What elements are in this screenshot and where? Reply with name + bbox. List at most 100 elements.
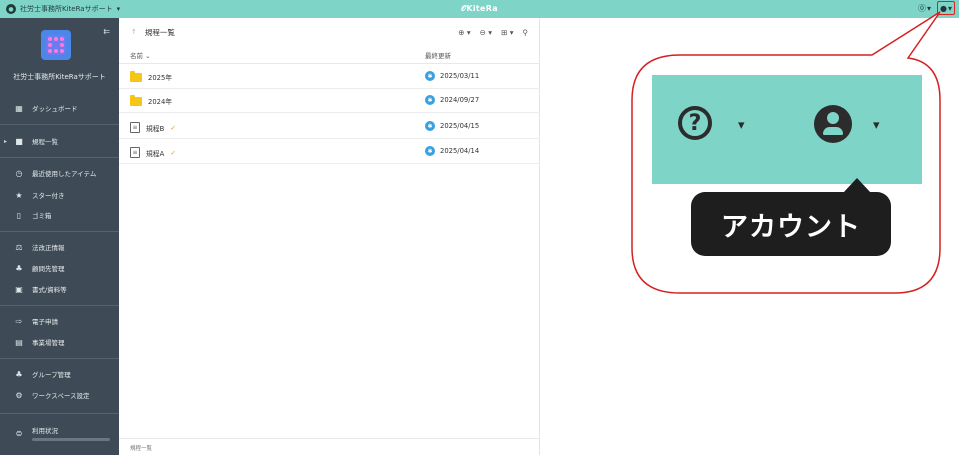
usage-progress-bar	[32, 438, 110, 441]
folder-icon: ■	[15, 136, 23, 146]
trash-icon: ▯	[16, 210, 22, 220]
sidebar-item-regulations[interactable]: ▸ ■ 規程一覧	[0, 131, 119, 151]
divider	[0, 358, 119, 359]
group-icon: ♣	[15, 369, 23, 379]
sidebar-item-workspace-settings[interactable]: ⚙ ワークスペース設定	[0, 385, 119, 405]
chevron-down-icon: ▾	[873, 118, 880, 133]
table-row[interactable]: 2024年 ✱ 2024/09/27	[119, 89, 540, 113]
app-logo: 𝒪KiteRa	[461, 4, 498, 13]
sidebar-item-label: 事業場管理	[32, 339, 65, 347]
user-avatar-icon: ✱	[425, 71, 435, 81]
sidebar-item-recent[interactable]: ◷ 最近使用したアイテム	[0, 163, 119, 183]
view-menu-button[interactable]: ⊞ ▾	[501, 28, 513, 37]
remove-menu-button[interactable]: ⊖ ▾	[480, 28, 492, 37]
office-icon: ▤	[15, 337, 23, 347]
row-name: 2025年	[148, 74, 173, 82]
row-updated: 2025/03/11	[440, 72, 480, 80]
footer-breadcrumb: 規程一覧	[130, 446, 153, 452]
help-menu-button[interactable]: ⓪ ▾	[916, 1, 933, 15]
zoomed-toolbar-detail: ? ▾ ▾	[652, 75, 922, 184]
sidebar-item-forms[interactable]: ▣ 書式/資料等	[0, 279, 119, 299]
divider	[0, 124, 119, 125]
search-icon[interactable]: ⚲	[523, 28, 529, 37]
sidebar-item-offices[interactable]: ▤ 事業場管理	[0, 332, 119, 352]
collapse-sidebar-icon[interactable]: ⇇	[103, 27, 110, 36]
chevron-down-icon: ▾	[926, 3, 931, 13]
table-row[interactable]: ≡ 規程B ✓ ✱ 2025/04/15	[119, 115, 540, 139]
sidebar-item-label: ゴミ箱	[32, 212, 52, 220]
sidebar-item-clients[interactable]: ♣ 顧問先管理	[0, 258, 119, 278]
user-avatar-icon: ✱	[425, 121, 435, 131]
row-name: 規程A	[146, 149, 165, 158]
sidebar-item-dashboard[interactable]: ▦ ダッシュボード	[0, 98, 119, 118]
organization-name: 社労士事務所KiteRaサポート	[13, 73, 106, 81]
dashboard-icon: ▦	[15, 103, 23, 113]
check-badge-icon: ✓	[170, 123, 177, 132]
workspace-name: 社労士事務所KiteRaサポート	[20, 5, 113, 13]
chevron-down-icon: ▾	[116, 5, 121, 13]
status-bar: 規程一覧	[119, 438, 540, 455]
regulation-list-panel: ↑ 規程一覧 ⊕ ▾ ⊖ ▾ ⊞ ▾ ⚲ 名前 ⌄ 最終更新 2025年 ✱ 20…	[119, 18, 540, 455]
sidebar-item-e-application[interactable]: ⇨ 電子申請	[0, 311, 119, 331]
law-icon: ⚖	[15, 242, 23, 252]
gear-icon: ⚙	[15, 390, 23, 400]
document-icon: ≡	[130, 147, 140, 158]
sidebar-item-label: グループ管理	[32, 371, 71, 379]
table-row[interactable]: ≡ 規程A ✓ ✱ 2025/04/14	[119, 140, 540, 164]
expand-caret-icon[interactable]: ▸	[4, 138, 7, 145]
database-icon: ⊜	[15, 428, 23, 438]
workspace-switcher[interactable]: ● 社労士事務所KiteRaサポート ▾	[0, 4, 120, 14]
divider	[0, 231, 119, 232]
sidebar-item-label: 書式/資料等	[32, 286, 67, 294]
sidebar-item-label: ダッシュボード	[32, 105, 78, 113]
table-row[interactable]: 2025年 ✱ 2025/03/11	[119, 65, 540, 89]
user-avatar-icon: ✱	[425, 95, 435, 105]
chevron-down-icon: ▾	[738, 118, 745, 133]
top-bar: ● 社労士事務所KiteRaサポート ▾ 𝒪KiteRa ⓪ ▾ ● ▾	[0, 0, 959, 18]
account-circle-icon	[814, 105, 852, 143]
row-updated: 2025/04/14	[440, 147, 480, 155]
divider	[0, 413, 119, 414]
clock-icon: ◷	[15, 168, 23, 178]
sidebar-item-label: 電子申請	[32, 318, 58, 326]
workspace-logo-icon: ●	[6, 4, 16, 14]
sidebar: ⇇ 社労士事務所KiteRaサポート ▦ ダッシュボード ▸ ■ 規程一覧 ◷ …	[0, 18, 119, 455]
account-menu-button[interactable]: ● ▾	[937, 1, 955, 15]
sidebar-item-law-updates[interactable]: ⚖ 法改正情報	[0, 237, 119, 257]
chevron-down-icon: ▾	[947, 3, 952, 13]
sidebar-item-starred[interactable]: ★ スター付き	[0, 185, 119, 205]
sidebar-item-label: 法改正情報	[32, 244, 65, 252]
sidebar-item-trash[interactable]: ▯ ゴミ箱	[0, 205, 119, 225]
column-updated[interactable]: 最終更新	[425, 50, 451, 60]
document-icon: ▣	[15, 284, 23, 294]
folder-icon	[130, 94, 142, 106]
table-header: 名前 ⌄ 最終更新	[119, 46, 540, 64]
arrow-up-icon[interactable]: ↑	[131, 28, 137, 36]
divider	[0, 157, 119, 158]
sidebar-item-groups[interactable]: ♣ グループ管理	[0, 364, 119, 384]
sidebar-item-label: 最近使用したアイテム	[32, 170, 97, 178]
check-badge-icon: ✓	[170, 148, 177, 157]
divider	[0, 305, 119, 306]
sidebar-item-label: ワークスペース設定	[32, 392, 90, 400]
e-application-icon: ⇨	[15, 316, 23, 326]
document-icon: ≡	[130, 122, 140, 133]
user-avatar-icon: ✱	[425, 146, 435, 156]
row-updated: 2025/04/15	[440, 122, 480, 130]
workspace-avatar	[41, 30, 71, 60]
row-updated: 2024/09/27	[440, 96, 480, 104]
sidebar-item-label: 顧問先管理	[32, 265, 65, 273]
sidebar-item-label: 規程一覧	[32, 138, 58, 146]
account-circle-icon: ●	[940, 3, 947, 13]
list-header: ↑ 規程一覧 ⊕ ▾ ⊖ ▾ ⊞ ▾ ⚲	[119, 18, 540, 46]
account-tooltip: アカウント	[691, 192, 891, 256]
page-title: 規程一覧	[144, 27, 175, 37]
help-circle-icon: ?	[678, 106, 712, 140]
tooltip-arrow	[843, 178, 871, 193]
sidebar-item-label: 利用状況	[32, 427, 58, 435]
people-icon: ♣	[15, 263, 23, 273]
row-name: 規程B	[146, 124, 165, 133]
add-menu-button[interactable]: ⊕ ▾	[458, 28, 470, 37]
column-name-sort[interactable]: 名前 ⌄	[130, 50, 151, 60]
star-icon: ★	[15, 190, 23, 200]
